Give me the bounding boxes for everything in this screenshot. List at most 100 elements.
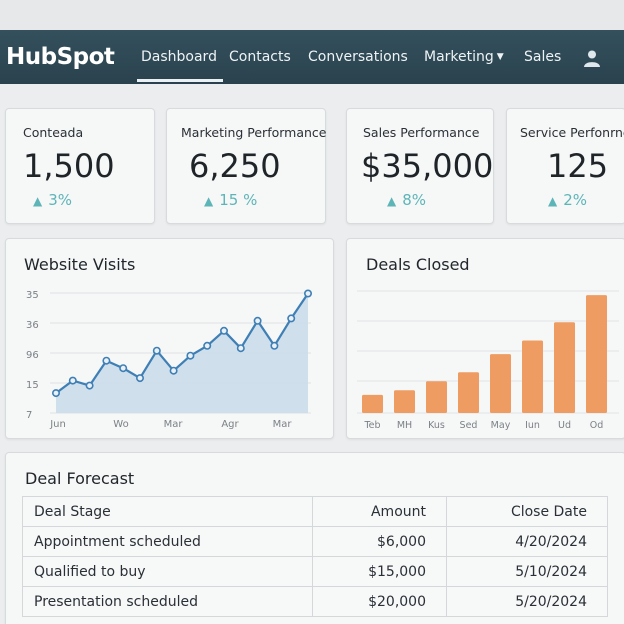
column-header-amount[interactable]: Amount — [312, 496, 447, 527]
data-point — [236, 344, 245, 353]
x-tick-label: Iun — [525, 420, 540, 431]
data-point — [270, 341, 279, 350]
deal-forecast-title: Deal Forecast — [25, 469, 135, 488]
nav-conversations[interactable]: Conversations — [308, 49, 408, 65]
data-point — [68, 376, 77, 385]
amount-cell: $20,000 — [312, 586, 447, 617]
chevron-down-icon: ▼ — [496, 52, 504, 62]
x-tick-label: Agr — [221, 419, 239, 430]
kpi-change-value: 2% — [563, 191, 588, 209]
bar — [362, 394, 383, 413]
data-point — [102, 356, 111, 365]
x-tick-label: Mar — [273, 419, 293, 430]
column-header-close-date[interactable]: Close Date — [446, 496, 608, 527]
kpi-card-marketing: Marketing Performance 6,250 ▲ 15 % — [166, 108, 326, 224]
data-point — [119, 364, 128, 373]
nav-dashboard[interactable]: Dashboard — [137, 49, 223, 82]
nav-marketing[interactable]: Marketing ▼ — [424, 49, 504, 65]
data-point — [152, 346, 161, 355]
y-tick-label: 96 — [26, 350, 39, 361]
deal-stage-cell: Appointment scheduled — [22, 526, 313, 557]
column-header-deal-stage[interactable]: Deal Stage — [22, 496, 313, 527]
data-point — [220, 326, 229, 335]
arrow-up-icon: ▲ — [33, 194, 43, 208]
website-visits-chart: 35 36 96 15 7 Jun Wo Mar Agr Mar — [26, 289, 312, 430]
close-date-cell: 5/20/2024 — [446, 586, 608, 617]
deals-closed-card: Deals Closed Teb MH Kus Sed May Iun Ud Od — [346, 238, 624, 439]
y-tick-label: 15 — [26, 380, 39, 391]
close-date-cell: 5/10/2024 — [446, 556, 608, 587]
kpi-value: 6,250 — [189, 147, 281, 185]
data-point — [136, 374, 145, 383]
data-point — [303, 289, 312, 298]
x-tick-label: May — [491, 420, 511, 431]
bar — [426, 381, 447, 413]
y-tick-label: 35 — [26, 290, 39, 301]
x-tick-label: Teb — [363, 420, 380, 431]
nav-marketing-label: Marketing — [424, 49, 494, 65]
amount-cell: $6,000 — [312, 526, 447, 557]
kpi-card-contacts: Conteada 1,500 ▲ 3% — [5, 108, 155, 224]
nav-contacts[interactable]: Contacts — [229, 49, 291, 65]
amount-cell: $15,000 — [312, 556, 447, 587]
kpi-change: ▲ 2% — [548, 191, 587, 209]
kpi-change-value: 15 % — [219, 191, 258, 209]
data-point — [51, 389, 60, 398]
y-tick-label: 36 — [26, 320, 39, 331]
x-tick-label: Wo — [113, 419, 128, 430]
x-tick-label: Jun — [49, 419, 66, 430]
kpi-card-sales: Sales Performance $35,000 ▲ 8% — [346, 108, 494, 224]
kpi-card-service: Service Perfonrnc 125 ▲ 2% — [506, 108, 624, 224]
deal-stage-cell: Qualified to buy — [22, 556, 313, 587]
top-strip — [0, 0, 624, 30]
x-tick-label: Sed — [460, 420, 478, 431]
kpi-value: 1,500 — [23, 147, 115, 185]
table-row[interactable]: Appointment scheduled $6,000 4/20/2024 — [22, 526, 608, 557]
bar — [522, 340, 543, 413]
table-row[interactable]: Presentation scheduled $20,000 5/20/2024 — [22, 586, 608, 617]
deal-forecast-table-wrap: Deal Stage Amount Close Date Appointment… — [22, 496, 608, 617]
bar — [458, 372, 479, 413]
kpi-change: ▲ 15 % — [204, 191, 257, 209]
kpi-label: Conteada — [23, 125, 84, 140]
table-header-row: Deal Stage Amount Close Date — [22, 496, 608, 527]
x-tick-label: Kus — [428, 420, 445, 431]
kpi-change-value: 3% — [48, 191, 73, 209]
bar — [490, 354, 511, 413]
arrow-up-icon: ▲ — [548, 194, 558, 208]
data-point — [85, 381, 94, 390]
data-point — [186, 351, 195, 360]
deal-forecast-table: Deal Stage Amount Close Date Appointment… — [22, 496, 608, 617]
deals-closed-chart: Teb MH Kus Sed May Iun Ud Od — [357, 290, 619, 431]
close-date-cell: 4/20/2024 — [446, 526, 608, 557]
user-icon[interactable] — [583, 49, 601, 67]
kpi-value: 125 — [547, 147, 609, 185]
kpi-label: Service Perfonrnc — [520, 125, 624, 140]
x-tick-label: MH — [397, 420, 412, 431]
kpi-value: $35,000 — [361, 147, 494, 185]
hubspot-logo[interactable]: HubSpot — [6, 44, 115, 70]
table-row[interactable]: Qualified to buy $15,000 5/10/2024 — [22, 556, 608, 587]
kpi-label: Sales Performance — [363, 125, 480, 140]
website-visits-card: Website Visits 35 36 96 15 7 Jun Wo Mar Agr Mar — [5, 238, 334, 439]
data-point — [253, 316, 262, 325]
kpi-change: ▲ 8% — [387, 191, 426, 209]
arrow-up-icon: ▲ — [387, 194, 397, 208]
bar — [586, 295, 607, 413]
kpi-label: Marketing Performance — [181, 125, 327, 140]
arrow-up-icon: ▲ — [204, 194, 214, 208]
data-point — [169, 366, 178, 375]
bar — [554, 322, 575, 413]
data-point — [203, 341, 212, 350]
bar — [394, 390, 415, 413]
nav-sales[interactable]: Sales — [524, 49, 561, 65]
y-tick-label: 7 — [26, 410, 32, 421]
x-tick-label: Ud — [558, 420, 571, 431]
data-point — [287, 314, 296, 323]
deal-stage-cell: Presentation scheduled — [22, 586, 313, 617]
kpi-change: ▲ 3% — [33, 191, 72, 209]
x-tick-label: Od — [590, 420, 604, 431]
x-tick-label: Mar — [164, 419, 184, 430]
kpi-change-value: 8% — [402, 191, 427, 209]
top-navbar: HubSpot Dashboard Contacts Conversations… — [0, 30, 624, 84]
